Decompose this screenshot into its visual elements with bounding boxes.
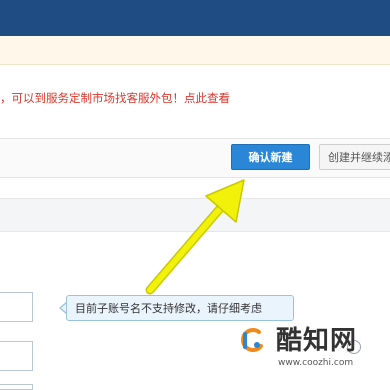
form-section-header <box>0 198 390 232</box>
watermark-url: www.coozhi.com <box>278 358 354 368</box>
view-here-link[interactable]: 点此查看 <box>184 91 230 105</box>
subaccount-name-input[interactable] <box>0 292 33 322</box>
coozhi-logo-icon <box>235 323 269 357</box>
top-header-bar <box>0 0 390 36</box>
site-watermark: 酷知网 www.coozhi.com <box>226 318 390 380</box>
annotation-arrow-shape <box>145 179 245 295</box>
service-notice-text: ，可以到服务定制市场找客服外包！ <box>0 91 184 105</box>
watermark-title: 酷知网 <box>276 326 358 356</box>
confirm-create-button[interactable]: 确认新建 <box>231 144 310 170</box>
second-form-input[interactable] <box>0 341 33 371</box>
third-form-input[interactable] <box>0 384 33 390</box>
notice-strip <box>0 36 390 65</box>
service-notice: ，可以到服务定制市场找客服外包！点此查看 <box>0 90 390 112</box>
create-and-continue-button[interactable]: 创建并继续添加 <box>319 144 390 170</box>
